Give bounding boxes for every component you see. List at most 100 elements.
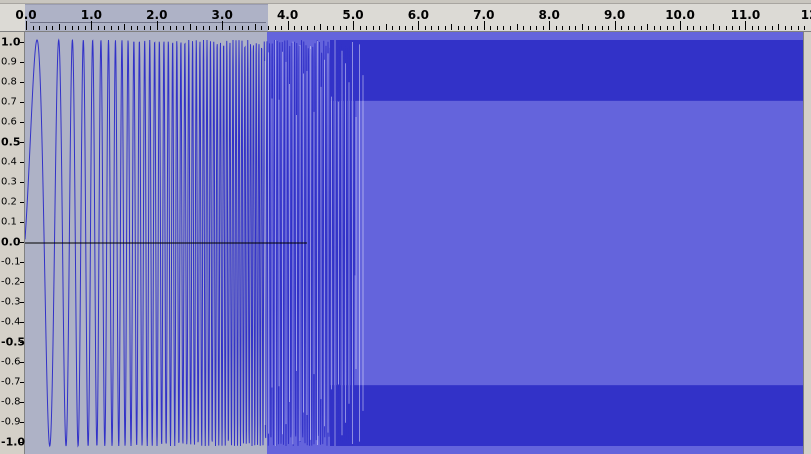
ruler-minor-tick [150, 26, 152, 30]
ruler-minor-tick [235, 26, 237, 30]
ruler-minor-tick [424, 26, 426, 30]
ruler-minor-tick [751, 26, 753, 30]
ruler-minor-tick [673, 26, 675, 30]
ruler-minor-tick [163, 26, 165, 30]
ruler-tick [353, 21, 354, 30]
ruler-minor-tick [261, 26, 263, 30]
ruler-minor-tick [738, 26, 740, 30]
amplitude-label: 0.0 [1, 235, 21, 249]
ruler-minor-tick [444, 26, 446, 30]
ruler-minor-tick [542, 26, 544, 30]
amplitude-label: -0.7 [1, 376, 21, 388]
ruler-minor-tick [581, 24, 583, 30]
ruler-tick [91, 21, 93, 30]
ruler-minor-tick [169, 26, 171, 30]
ruler-label: 2.0 [146, 8, 168, 22]
amplitude-label: -0.6 [1, 356, 21, 368]
ruler-minor-tick [241, 26, 243, 30]
ruler-minor-tick [215, 26, 217, 30]
ruler-minor-tick [784, 26, 786, 30]
ruler-minor-tick [385, 24, 387, 30]
amplitude-label: -0.8 [1, 396, 21, 408]
amplitude-tick [20, 262, 24, 263]
ruler-label: 1.0 [80, 8, 103, 22]
ruler-minor-tick [137, 26, 139, 30]
ruler-minor-tick [647, 24, 649, 30]
amplitude-label: -0.4 [1, 316, 21, 328]
peak-band-bottom [330, 385, 803, 446]
ruler-minor-tick [464, 26, 466, 30]
ruler-label: 8.0 [538, 8, 560, 22]
ruler-minor-tick [621, 26, 623, 30]
ruler-label: 6.0 [407, 8, 430, 22]
waveform-canvas[interactable] [25, 32, 803, 454]
waveform-track[interactable] [25, 32, 803, 454]
amplitude-label: 0.6 [1, 116, 17, 128]
ruler-minor-tick [339, 26, 341, 30]
ruler-minor-tick [71, 26, 73, 30]
ruler-minor-tick [267, 26, 269, 30]
timeline-ruler[interactable]: 0.0 1.0 2.0 3.0 4.0 5.0 6.0 7.0 8.0 9.0 10.0 11.0 12 [0, 0, 811, 32]
ruler-label: 3.0 [211, 8, 233, 22]
amplitude-tick [20, 382, 24, 383]
peak-band-top [330, 40, 803, 101]
ruler-minor-tick [490, 26, 492, 30]
amplitude-tick [20, 122, 24, 123]
ruler-label: 12 [800, 8, 811, 22]
ruler-minor-tick [699, 26, 701, 30]
amplitude-label: -0.3 [1, 296, 21, 308]
amplitude-tick [20, 142, 24, 143]
ruler-minor-tick [294, 26, 296, 30]
ruler-minor-tick [379, 26, 381, 30]
amplitude-label: 0.3 [1, 176, 17, 188]
ruler-minor-tick [627, 26, 629, 30]
ruler-minor-tick [39, 26, 41, 30]
ruler-minor-tick [451, 24, 453, 30]
amplitude-tick [20, 162, 24, 163]
ruler-minor-tick [78, 26, 80, 30]
ruler-minor-tick [326, 26, 328, 30]
ruler-minor-tick [124, 24, 126, 30]
ruler-tick [614, 21, 616, 30]
ruler-label: 0.0 [15, 8, 37, 22]
ruler-label: 10.0 [665, 8, 695, 22]
ruler-minor-tick [660, 26, 662, 30]
ruler-minor-tick [202, 26, 204, 30]
ruler-minor-tick [470, 26, 472, 30]
ruler-tick [680, 21, 681, 30]
ruler-minor-tick [111, 26, 113, 30]
amplitude-label: 0.9 [1, 56, 17, 68]
ruler-selection-line [30, 22, 266, 23]
ruler-minor-tick [555, 26, 557, 30]
ruler-tick [287, 21, 289, 30]
ruler-minor-tick [405, 26, 407, 30]
ruler-minor-tick [176, 26, 178, 30]
ruler-minor-tick [117, 26, 119, 30]
ruler-label: 5.0 [342, 8, 364, 22]
ruler-minor-tick [568, 26, 570, 30]
amplitude-label: 0.2 [1, 196, 17, 208]
ruler-minor-tick [640, 26, 642, 30]
rms-band [330, 100, 803, 386]
ruler-minor-tick [65, 26, 67, 30]
amplitude-tick [20, 342, 24, 343]
ruler-label: 9.0 [603, 8, 626, 22]
ruler-minor-tick [503, 26, 505, 30]
amplitude-tick [20, 282, 24, 283]
amplitude-tick [20, 222, 24, 223]
ruler-minor-tick [601, 26, 603, 30]
ruler-minor-tick [457, 26, 459, 30]
ruler-minor-tick [496, 26, 498, 30]
amplitude-tick [20, 242, 24, 243]
ruler-minor-tick [588, 26, 590, 30]
amplitude-tick [20, 422, 24, 423]
ruler-minor-tick [771, 26, 773, 30]
ruler-minor-tick [706, 26, 708, 30]
amplitude-tick [20, 102, 24, 103]
ruler-minor-tick [509, 26, 511, 30]
ruler-minor-tick [653, 26, 655, 30]
audio-editor: 0.0 1.0 2.0 3.0 4.0 5.0 6.0 7.0 8.0 9.0 10.0 11.0 12… [0, 0, 811, 454]
ruler-minor-tick [372, 26, 374, 30]
amplitude-tick [20, 322, 24, 323]
amplitude-tick [20, 42, 24, 43]
